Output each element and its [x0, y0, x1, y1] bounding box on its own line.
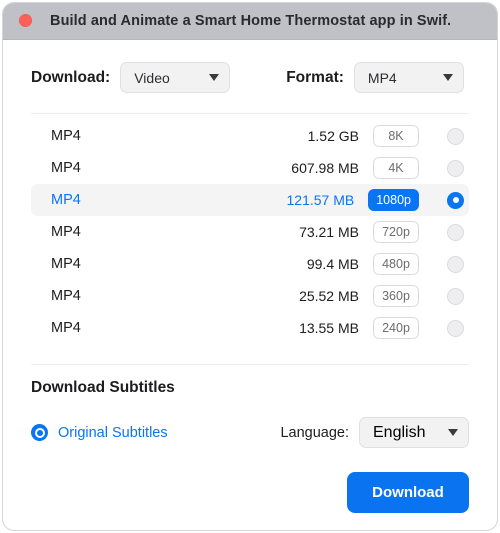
dialog-content: Download: Video Format: MP4 MP4 1.52 GB 8K…: [3, 40, 497, 530]
quality-badge: 720p: [373, 221, 419, 243]
format-row[interactable]: MP4 73.21 MB 720p: [31, 216, 469, 248]
quality-badge: 4K: [373, 157, 419, 179]
quality-badge: 480p: [373, 253, 419, 275]
language-dropdown[interactable]: English: [359, 417, 469, 448]
format-size: 73.21 MB: [299, 224, 359, 240]
subtitles-option-row: Original Subtitles Language: English: [31, 417, 469, 448]
original-subtitles-radio[interactable]: [31, 424, 48, 441]
quality-badge: 240p: [373, 317, 419, 339]
format-row[interactable]: MP4 607.98 MB 4K: [31, 152, 469, 184]
format-size: 1.52 GB: [307, 128, 359, 144]
format-radio[interactable]: [447, 191, 464, 209]
format-radio[interactable]: [447, 287, 464, 305]
chevron-down-icon: [448, 429, 458, 436]
format-size: 121.57 MB: [286, 192, 355, 208]
format-label: Format:: [286, 68, 344, 86]
download-type-value: Video: [134, 69, 170, 86]
chevron-down-icon: [209, 74, 220, 81]
quality-badge: 8K: [373, 125, 419, 147]
format-dropdown[interactable]: MP4: [353, 62, 464, 93]
download-type-label: Download:: [31, 68, 111, 86]
format-name: MP4: [51, 320, 81, 336]
format-radio[interactable]: [447, 223, 464, 241]
format-row[interactable]: MP4 121.57 MB 1080p: [31, 184, 469, 216]
original-subtitles-label[interactable]: Original Subtitles: [58, 425, 280, 441]
format-size: 25.52 MB: [299, 288, 359, 304]
quality-badge: 1080p: [368, 189, 419, 211]
download-dialog-window: Build and Animate a Smart Home Thermosta…: [2, 2, 498, 531]
format-size: 607.98 MB: [291, 160, 359, 176]
format-size: 13.55 MB: [299, 320, 359, 336]
format-value: MP4: [367, 69, 397, 86]
format-radio[interactable]: [447, 319, 464, 337]
format-name: MP4: [51, 288, 81, 304]
download-button[interactable]: Download: [347, 472, 469, 513]
window-titlebar: Build and Animate a Smart Home Thermosta…: [3, 3, 497, 40]
subtitles-section-title: Download Subtitles: [31, 379, 175, 396]
quality-badge: 360p: [373, 285, 419, 307]
format-name: MP4: [51, 160, 81, 176]
download-type-dropdown[interactable]: Video: [120, 62, 231, 93]
format-row[interactable]: MP4 99.4 MB 480p: [31, 248, 469, 280]
format-name: MP4: [51, 128, 81, 144]
dialog-footer: Download: [3, 448, 497, 513]
window-title: Build and Animate a Smart Home Thermosta…: [50, 13, 450, 29]
format-radio[interactable]: [447, 159, 464, 177]
format-row[interactable]: MP4 13.55 MB 240p: [31, 312, 469, 344]
language-label: Language:: [280, 424, 349, 441]
format-radio[interactable]: [447, 255, 464, 273]
format-size: 99.4 MB: [306, 256, 359, 272]
format-radio[interactable]: [447, 127, 464, 145]
format-list: MP4 1.52 GB 8K MP4 607.98 MB 4K MP4 121.57 MB 10…: [3, 114, 497, 344]
selector-row: Download: Video Format: MP4: [3, 40, 497, 93]
language-value: English: [373, 423, 426, 441]
format-name: MP4: [51, 256, 81, 272]
format-name: MP4: [51, 224, 81, 240]
format-name: MP4: [51, 192, 81, 208]
subtitles-section: Download Subtitles Original Subtitles La…: [3, 365, 497, 448]
format-row[interactable]: MP4 25.52 MB 360p: [31, 280, 469, 312]
format-row[interactable]: MP4 1.52 GB 8K: [31, 120, 469, 152]
chevron-down-icon: [442, 74, 453, 81]
close-dot-icon[interactable]: [19, 14, 32, 27]
